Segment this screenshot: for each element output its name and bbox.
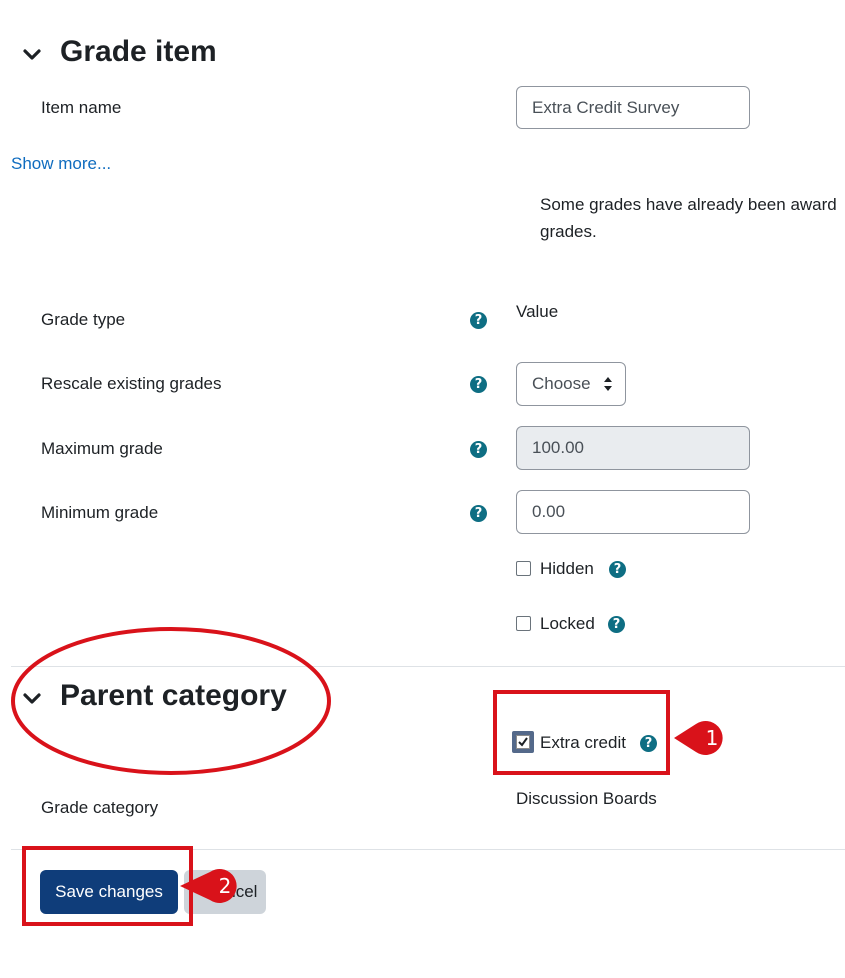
section-heading-grade-item: Grade item: [60, 35, 217, 68]
grade-type-value: Value: [516, 302, 559, 321]
rescale-select-value: Choose: [532, 374, 591, 393]
callout-number-1: 1: [706, 726, 719, 750]
hidden-checkbox[interactable]: [516, 561, 531, 576]
help-icon[interactable]: ?: [470, 312, 487, 329]
locked-label: Locked: [540, 614, 595, 633]
chevron-down-icon[interactable]: [21, 44, 43, 66]
hidden-label: Hidden: [540, 559, 594, 578]
callout-marker-1: 1: [674, 721, 723, 755]
highlight-ellipse: [11, 627, 331, 775]
help-icon[interactable]: ?: [470, 376, 487, 393]
grades-notice-line1: Some grades have already been award: [540, 195, 837, 214]
min-grade-label: Minimum grade: [41, 503, 159, 522]
grade-category-value: Discussion Boards: [516, 789, 657, 808]
highlight-box-save: [22, 846, 193, 926]
help-icon[interactable]: ?: [608, 616, 625, 633]
max-grade-value: 100.00: [532, 438, 584, 457]
item-name-input[interactable]: Extra Credit Survey: [516, 86, 750, 129]
min-grade-input[interactable]: 0.00: [516, 490, 750, 534]
help-icon[interactable]: ?: [609, 561, 626, 578]
rescale-label: Rescale existing grades: [41, 374, 222, 393]
show-more-link[interactable]: Show more...: [11, 154, 111, 174]
rescale-select[interactable]: Choose: [516, 362, 626, 406]
max-grade-label: Maximum grade: [41, 439, 163, 458]
max-grade-input[interactable]: 100.00: [516, 426, 750, 470]
help-icon[interactable]: ?: [470, 505, 487, 522]
callout-number-2: 2: [219, 874, 232, 898]
grades-notice-line2: grades.: [540, 222, 597, 241]
grade-category-label: Grade category: [41, 798, 159, 817]
item-name-label: Item name: [41, 98, 122, 117]
grade-type-label: Grade type: [41, 310, 126, 329]
item-name-value: Extra Credit Survey: [532, 97, 680, 117]
sort-caret-icon: [604, 377, 612, 391]
locked-checkbox[interactable]: [516, 616, 531, 631]
callout-marker-2: 2: [180, 869, 237, 903]
highlight-box-extra-credit: [493, 690, 670, 775]
help-icon[interactable]: ?: [470, 441, 487, 458]
min-grade-value: 0.00: [532, 502, 566, 521]
